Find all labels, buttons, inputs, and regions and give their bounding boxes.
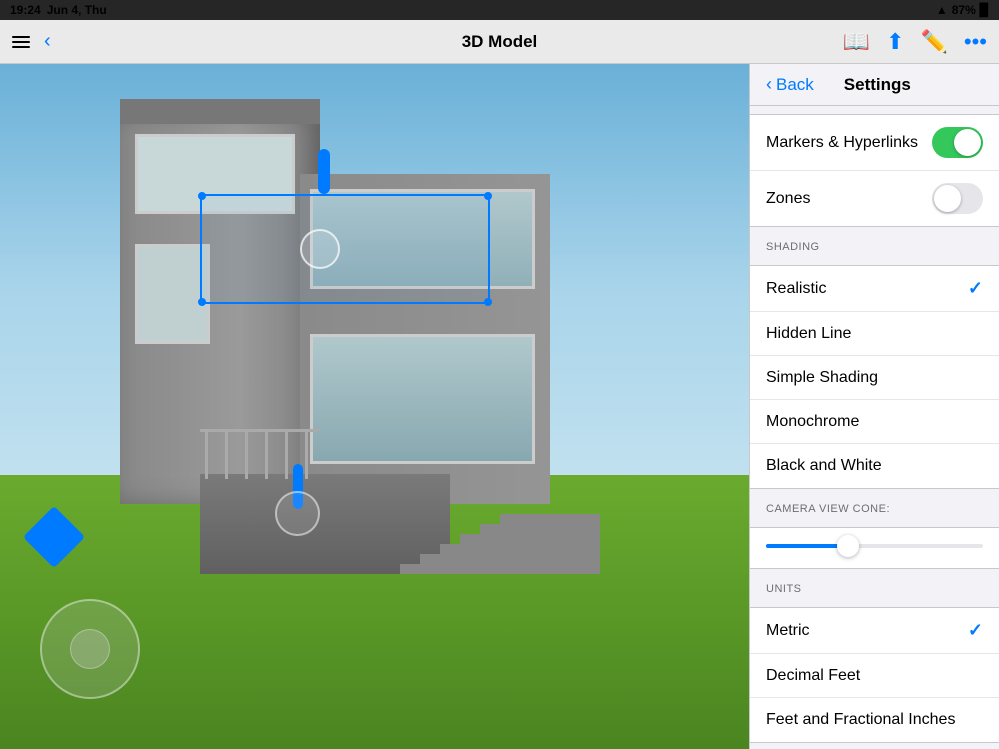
main-3d-view[interactable] <box>0 64 749 749</box>
camera-slider-thumb[interactable] <box>837 535 859 557</box>
back-chevron-icon: ‹ <box>766 74 772 95</box>
units-metric-label: Metric <box>766 622 810 640</box>
units-metric-check: ✓ <box>968 620 983 641</box>
shading-realistic-label: Realistic <box>766 280 826 298</box>
units-group: Metric ✓ Decimal Feet Feet and Fractiona… <box>750 607 999 743</box>
units-decimal-feet-row[interactable]: Decimal Feet <box>750 654 999 698</box>
shading-group: Realistic ✓ Hidden Line Simple Shading M… <box>750 265 999 489</box>
markers-zones-group: Markers & Hyperlinks Zones <box>750 114 999 227</box>
shading-bw-label: Black and White <box>766 457 882 475</box>
units-metric-row[interactable]: Metric ✓ <box>750 608 999 654</box>
status-left: 19:24 Jun 4, Thu <box>10 3 107 17</box>
shading-realistic-row[interactable]: Realistic ✓ <box>750 266 999 312</box>
share-icon[interactable]: ⬆ <box>886 29 904 55</box>
markers-label: Markers & Hyperlinks <box>766 134 918 152</box>
markers-toggle-knob <box>954 129 981 156</box>
zones-toggle-knob <box>934 185 961 212</box>
status-right: ▲ 87% ▉ <box>936 3 989 17</box>
back-button[interactable]: ‹ Back <box>766 74 814 95</box>
nav-bar: ‹ 3D Model 📖 ⬆ ✏️ ••• <box>0 20 999 64</box>
nav-left: ‹ <box>12 30 51 53</box>
zones-label: Zones <box>766 190 810 208</box>
markers-hyperlinks-row: Markers & Hyperlinks <box>750 115 999 171</box>
railing <box>200 429 320 479</box>
nav-right: 📖 ⬆ ✏️ ••• <box>843 29 987 55</box>
camera-slider-fill <box>766 544 848 548</box>
selection-box <box>200 194 490 304</box>
window-mid-left <box>135 244 210 344</box>
markers-toggle[interactable] <box>932 127 983 158</box>
date: Jun 4, Thu <box>47 3 107 17</box>
pin-top-base <box>300 229 340 269</box>
units-section-header: UNITS <box>750 577 999 599</box>
book-icon[interactable]: 📖 <box>843 29 870 55</box>
battery-icon: ▉ <box>980 3 989 17</box>
shading-monochrome-label: Monochrome <box>766 413 859 431</box>
shading-simple-row[interactable]: Simple Shading <box>750 356 999 400</box>
shading-hidden-line-row[interactable]: Hidden Line <box>750 312 999 356</box>
wifi-icon: ▲ <box>936 3 948 17</box>
pin-top <box>318 149 330 194</box>
shading-bw-row[interactable]: Black and White <box>750 444 999 488</box>
pencil-icon[interactable]: ✏️ <box>920 29 947 55</box>
units-fractional-row[interactable]: Feet and Fractional Inches <box>750 698 999 742</box>
units-decimal-feet-label: Decimal Feet <box>766 667 860 685</box>
battery-level: 87% <box>952 3 976 17</box>
pin-bottom-base <box>275 491 320 536</box>
settings-title: Settings <box>844 75 911 95</box>
shading-realistic-check: ✓ <box>968 278 983 299</box>
building-scene <box>60 94 600 574</box>
zones-row: Zones <box>750 171 999 226</box>
settings-header: ‹ Back Settings <box>750 64 999 106</box>
steps-right <box>400 454 600 574</box>
shading-section-header: SHADING <box>750 235 999 257</box>
back-label: Back <box>776 75 814 95</box>
back-arrow-button[interactable]: ‹ <box>44 30 51 53</box>
time: 19:24 <box>10 3 41 17</box>
zones-toggle[interactable] <box>932 183 983 214</box>
camera-slider-container <box>750 528 999 568</box>
camera-section-header: CAMERA VIEW CONE: <box>750 497 999 519</box>
joystick[interactable] <box>40 599 140 699</box>
roof-terrace <box>120 99 320 124</box>
shading-monochrome-row[interactable]: Monochrome <box>750 400 999 444</box>
camera-group <box>750 527 999 569</box>
status-bar: 19:24 Jun 4, Thu ▲ 87% ▉ <box>0 0 999 20</box>
more-icon[interactable]: ••• <box>964 29 987 55</box>
nav-title: 3D Model <box>462 32 538 52</box>
window-bottom-right <box>310 334 535 464</box>
shading-simple-label: Simple Shading <box>766 369 878 387</box>
joystick-inner <box>70 629 110 669</box>
units-fractional-label: Feet and Fractional Inches <box>766 711 955 729</box>
shading-hidden-line-label: Hidden Line <box>766 325 851 343</box>
camera-slider-track <box>766 544 983 548</box>
settings-panel: ‹ Back Settings Markers & Hyperlinks Zon… <box>749 64 999 749</box>
menu-button[interactable] <box>12 36 30 48</box>
